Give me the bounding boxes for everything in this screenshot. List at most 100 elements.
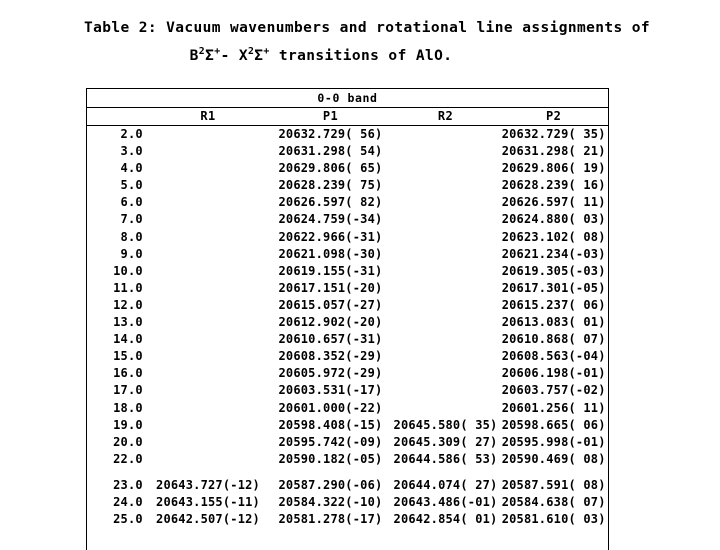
table-row: 17.0 20603.531(-17) 20603.757(-02) <box>87 382 608 399</box>
cell-r2 <box>392 400 500 417</box>
cell-r1 <box>147 194 269 211</box>
cell-r1 <box>147 434 269 451</box>
cell-p1: 20603.531(-17) <box>278 383 383 398</box>
table-row: 23.0 20643.727(-12) 20587.290(-06) 20644.07… <box>87 468 608 494</box>
cell-p1: 20608.352(-29) <box>278 349 383 364</box>
cell-r1 <box>147 211 269 228</box>
cell-j: 16.0 <box>113 366 143 381</box>
cell-r2 <box>392 382 500 399</box>
cell-p2: 20615.237( 06) <box>501 297 606 312</box>
cell-r1 <box>147 143 269 160</box>
cell-j: 12.0 <box>113 297 143 312</box>
cell-p1: 20598.408(-15) <box>278 417 383 432</box>
cell-j: 18.0 <box>113 400 143 415</box>
cell-r1 <box>147 126 269 144</box>
cell-j: 5.0 <box>120 178 143 193</box>
table-row: 5.0 20628.239( 75) 20628.239( 16) <box>87 177 608 194</box>
table-row: 6.0 20626.597( 82) 20626.597( 11) <box>87 194 608 211</box>
cell-j: 24.0 <box>113 494 143 509</box>
cell-j: 3.0 <box>120 144 143 159</box>
caption-line-1: Table 2: Vacuum wavenumbers and rotation… <box>83 20 651 36</box>
table-row: 10.0 20619.155(-31) 20619.305(-03) <box>87 263 608 280</box>
cell-r2: 20644.074( 27) <box>393 477 498 492</box>
cell-r1 <box>147 451 269 468</box>
cell-j: 4.0 <box>120 161 143 176</box>
cell-r1 <box>147 297 269 314</box>
cell-r2 <box>392 143 500 160</box>
cell-r2: 20643.486(-01) <box>393 494 498 509</box>
table-caption: Table 2: Vacuum wavenumbers and rotation… <box>0 14 720 70</box>
cell-r2 <box>392 314 500 331</box>
cell-r1 <box>147 177 269 194</box>
table-row: 13.0 20612.902(-20) 20613.083( 01) <box>87 314 608 331</box>
cell-r2 <box>392 211 500 228</box>
table-row: 12.0 20615.057(-27) 20615.237( 06) <box>87 297 608 314</box>
cell-p2: 20631.298( 21) <box>501 144 606 159</box>
cell-p2: 20606.198(-01) <box>501 366 606 381</box>
cell-p2: 20587.591( 08) <box>501 477 606 492</box>
cell-p2: 20581.610( 03) <box>501 512 606 527</box>
cell-r1 <box>147 314 269 331</box>
cell-p2: 20629.806( 19) <box>501 161 606 176</box>
cell-r1: 20643.155(-11) <box>156 494 260 509</box>
table-row: 18.0 20601.000(-22) 20601.256( 11) <box>87 400 608 417</box>
cell-j: 19.0 <box>113 417 143 432</box>
band-header-label: 0-0 band <box>87 89 608 108</box>
cell-p1: 20595.742(-09) <box>278 434 383 449</box>
cell-r2 <box>392 263 500 280</box>
column-header-r1: R1 <box>146 108 270 126</box>
cell-r1 <box>147 331 269 348</box>
column-header-r2: R2 <box>391 108 500 126</box>
cell-j: 6.0 <box>120 195 143 210</box>
cell-r2: 20645.309( 27) <box>393 434 498 449</box>
cell-r1 <box>147 263 269 280</box>
caption-sigma-1: Σ <box>205 48 215 64</box>
table-row: 14.0 20610.657(-31) 20610.868( 07) <box>87 331 608 348</box>
cell-j: 17.0 <box>113 383 143 398</box>
cell-r1 <box>147 160 269 177</box>
cell-r1 <box>147 280 269 297</box>
table-head: R1 P1 R2 P2 <box>87 108 608 126</box>
table-bottom-spacer <box>87 528 608 550</box>
cell-p2: 20617.301(-05) <box>501 280 606 295</box>
table-row: 3.0 20631.298( 54) 20631.298( 21) <box>87 143 608 160</box>
cell-r1 <box>147 400 269 417</box>
table-row: 22.0 20590.182(-05) 20644.586( 53) 20590.46… <box>87 451 608 468</box>
cell-r2 <box>392 280 500 297</box>
cell-r2 <box>392 126 500 144</box>
table-row: 2.0 20632.729( 56) 20632.729( 35) <box>87 126 608 144</box>
cell-r2 <box>392 348 500 365</box>
caption-line-2: B2Σ+- X2Σ+ transitions of AlO. <box>0 42 720 70</box>
table-row: 19.0 20598.408(-15) 20645.580( 35) 20598.66… <box>87 417 608 434</box>
table-row: 15.0 20608.352(-29) 20608.563(-04) <box>87 348 608 365</box>
cell-p2: 20610.868( 07) <box>501 332 606 347</box>
cell-j: 7.0 <box>120 212 143 227</box>
cell-p2: 20632.729( 35) <box>501 127 606 141</box>
cell-r2 <box>392 194 500 211</box>
cell-p2: 20619.305(-03) <box>501 263 606 278</box>
cell-r1 <box>147 246 269 263</box>
cell-p1: 20601.000(-22) <box>278 400 383 415</box>
cell-p1: 20584.322(-10) <box>278 494 383 509</box>
cell-j: 23.0 <box>113 477 143 492</box>
cell-p1: 20626.597( 82) <box>278 195 383 210</box>
cell-p2: 20621.234(-03) <box>501 246 606 261</box>
cell-p1: 20612.902(-20) <box>278 315 383 330</box>
table-row: 20.0 20595.742(-09) 20645.309( 27) 20595.99… <box>87 434 608 451</box>
cell-r1: 20642.507(-12) <box>156 512 260 527</box>
cell-j: 13.0 <box>113 315 143 330</box>
cell-r1: 20643.727(-12) <box>156 477 260 492</box>
caption-term-b: B <box>189 48 199 64</box>
cell-r2 <box>392 160 500 177</box>
wavenumber-data-table: R1 P1 R2 P2 2.0 20632.729( 56) 20632.729( … <box>87 108 608 528</box>
cell-p1: 20581.278(-17) <box>278 512 383 527</box>
cell-p1: 20615.057(-27) <box>278 297 383 312</box>
cell-p2: 20595.998(-01) <box>501 434 606 449</box>
cell-p1: 20610.657(-31) <box>278 332 383 347</box>
cell-p2: 20584.638( 07) <box>501 494 606 509</box>
cell-j: 8.0 <box>120 229 143 244</box>
table-row: 16.0 20605.972(-29) 20606.198(-01) <box>87 365 608 382</box>
cell-p1: 20605.972(-29) <box>278 366 383 381</box>
cell-p1: 20622.966(-31) <box>278 229 383 244</box>
cell-p1: 20624.759(-34) <box>278 212 383 227</box>
